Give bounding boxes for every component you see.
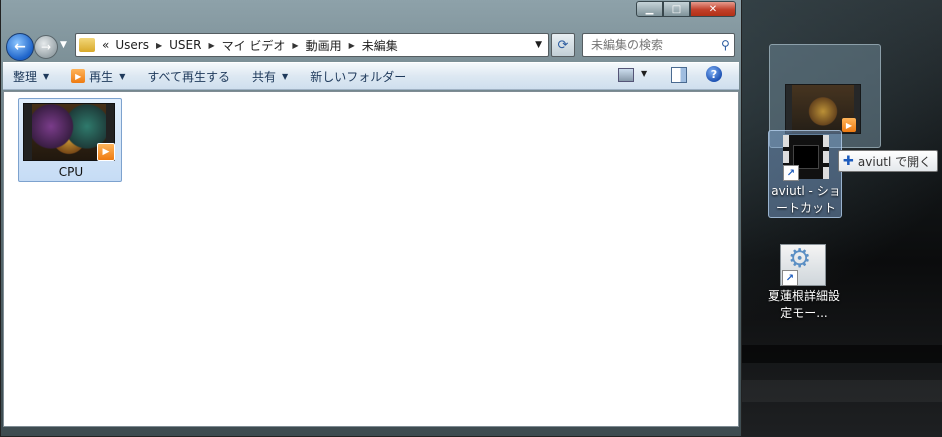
play-icon: ▶ (71, 69, 86, 83)
minimize-button[interactable]: ▁ (636, 1, 663, 17)
forward-arrow-icon: → (40, 40, 52, 54)
plus-icon: ✚ (843, 153, 854, 169)
play-button[interactable]: ▶ 再生 ▼ (61, 68, 137, 85)
breadcrumb-item[interactable]: 動画用 (303, 37, 345, 54)
search-input[interactable] (589, 37, 719, 53)
gear-icon: ⚙ (788, 244, 812, 274)
back-button[interactable]: ← (6, 33, 34, 61)
search-box[interactable]: ⚲ (582, 33, 735, 57)
forward-button[interactable]: → (34, 35, 58, 59)
desktop-stripe (740, 345, 942, 363)
chevron-down-icon: ▼ (43, 71, 50, 81)
new-folder-button[interactable]: 新しいフォルダー (300, 68, 418, 85)
breadcrumb-overflow[interactable]: « (99, 38, 112, 52)
organize-label: 整理 (13, 69, 38, 84)
play-label: 再生 (89, 69, 114, 84)
file-name: CPU (58, 165, 84, 179)
chevron-down-icon[interactable]: ▼ (641, 69, 647, 78)
chevron-right-icon[interactable]: ▶ (345, 41, 359, 50)
shortcut-label: aviutl - ショートカット (771, 184, 841, 215)
desktop-shortcut-aviutl[interactable]: ↗ aviutl - ショートカット (768, 130, 842, 218)
chevron-down-icon: ▼ (282, 71, 289, 81)
chevron-down-icon: ▼ (119, 71, 126, 81)
address-dropdown-icon[interactable]: ▼ (535, 40, 542, 50)
window-controls: ▁ □ ✕ (636, 1, 736, 17)
close-button[interactable]: ✕ (690, 1, 736, 17)
chevron-right-icon[interactable]: ▶ (288, 41, 302, 50)
preview-pane-icon[interactable] (671, 67, 687, 83)
help-icon[interactable]: ? (706, 66, 722, 82)
play-all-button[interactable]: すべて再生する (137, 68, 242, 85)
file-item-cpu[interactable]: ▶ CPU (18, 98, 122, 182)
command-toolbar: 整理 ▼ ▶ 再生 ▼ すべて再生する 共有 ▼ 新しいフォルダー ▼ ? (3, 62, 739, 90)
file-list-pane[interactable]: ▶ CPU (3, 91, 739, 427)
search-icon[interactable]: ⚲ (721, 38, 730, 52)
refresh-button[interactable]: ⟳ (551, 33, 575, 57)
new-folder-label: 新しいフォルダー (310, 69, 407, 84)
recent-pages-dropdown[interactable]: ▼ (60, 40, 67, 50)
shortcut-arrow-icon: ↗ (782, 270, 798, 286)
change-view-icon[interactable] (618, 68, 634, 82)
breadcrumb-item[interactable]: 未編集 (359, 37, 401, 54)
desktop-shortcut-settings[interactable]: ⚙ ↗ 夏蓮根詳細設定モー... (768, 240, 841, 330)
explorer-window: ▁ □ ✕ ← → ▼ « Users ▶ USER ▶ マイ ビデオ ▶ 動画… (0, 0, 742, 437)
share-button[interactable]: 共有 ▼ (242, 68, 300, 85)
breadcrumb-item[interactable]: Users (112, 38, 152, 52)
refresh-icon: ⟳ (557, 37, 569, 53)
breadcrumb-item[interactable]: マイ ビデオ (219, 37, 289, 54)
maximize-button[interactable]: □ (663, 1, 690, 17)
tooltip-text: aviutl で開く (857, 154, 932, 169)
media-player-icon: ▶ (842, 118, 856, 132)
desktop-stripe (740, 380, 942, 402)
share-label: 共有 (252, 69, 277, 84)
settings-label: 夏蓮根詳細設定モー... (768, 289, 841, 320)
organize-button[interactable]: 整理 ▼ (3, 68, 61, 85)
media-player-icon: ▶ (97, 143, 115, 161)
back-arrow-icon: ← (14, 39, 26, 55)
chevron-right-icon[interactable]: ▶ (204, 41, 218, 50)
drop-tooltip: ✚ aviutl で開く (838, 150, 939, 172)
play-all-label: すべて再生する (147, 69, 231, 84)
shortcut-arrow-icon: ↗ (783, 165, 799, 181)
folder-icon (79, 38, 95, 52)
breadcrumb-item[interactable]: USER (166, 38, 204, 52)
address-bar[interactable]: « Users ▶ USER ▶ マイ ビデオ ▶ 動画用 ▶ 未編集 ▼ (75, 33, 549, 57)
chevron-right-icon[interactable]: ▶ (152, 41, 166, 50)
